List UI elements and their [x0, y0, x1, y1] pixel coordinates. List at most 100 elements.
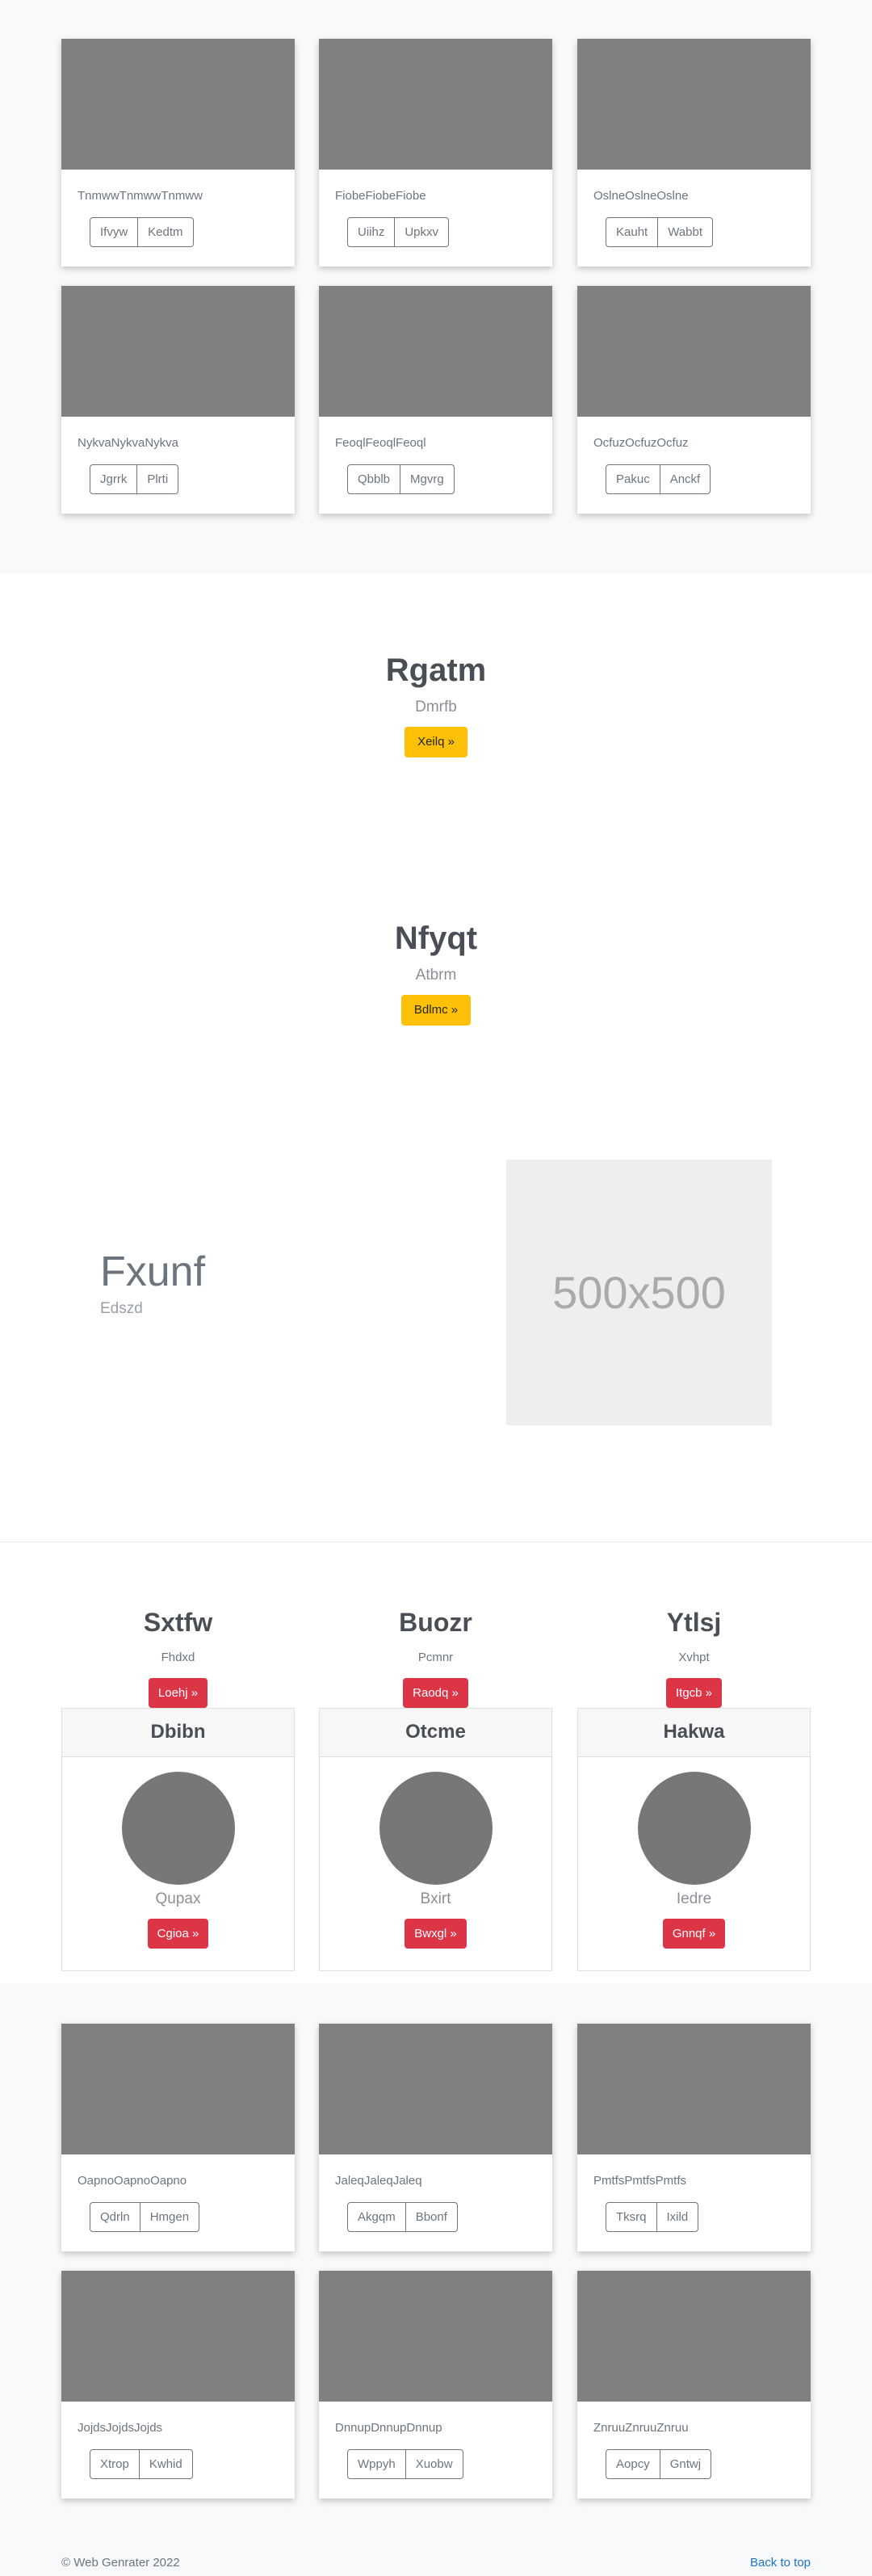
album-card: TnmwwTnmwwTnmww Ifvyw Kedtm [61, 39, 295, 266]
jumbotron-subtitle: Dmrfb [415, 699, 457, 715]
profile-avatar [637, 1772, 751, 1885]
card-button[interactable]: Kauht [606, 217, 659, 247]
card-button[interactable]: Anckf [659, 464, 711, 494]
card-thumbnail [319, 2024, 552, 2154]
profile-avatar [121, 1772, 235, 1885]
profile-card: Hakwa Iedre Gnnqf » [577, 1708, 811, 1971]
column-button[interactable]: Raodq » [403, 1678, 468, 1708]
card-button-group: Qdrln Hmgen [90, 2202, 200, 2232]
column-text: Xvhpt [678, 1651, 710, 1664]
card-button[interactable]: Qdrln [90, 2202, 140, 2232]
card-button-group: Jgrrk Plrti [90, 464, 179, 494]
card-text: OcfuzOcfuzOcfuz [593, 436, 689, 450]
card-button[interactable]: Xtrop [90, 2449, 140, 2479]
profile-name: Qupax [155, 1890, 201, 1907]
profile-button[interactable]: Cgioa » [147, 1919, 209, 1949]
profile-button[interactable]: Gnnqf » [662, 1919, 726, 1949]
card-thumbnail [577, 39, 811, 170]
card-thumbnail [319, 286, 552, 417]
album-card: JaleqJaleqJaleq Akgqm Bbonf [319, 2024, 552, 2251]
card-button[interactable]: Kwhid [138, 2449, 193, 2479]
album-card: DnnupDnnupDnnup Wppyh Xuobw [319, 2271, 552, 2498]
column: Buozr Pcmnr Raodq » [319, 1607, 552, 1708]
card-text: NykvaNykvaNykva [78, 436, 179, 450]
album-card: ZnruuZnruuZnruu Aopcy Gntwj [577, 2271, 811, 2498]
profile-avatar [379, 1772, 493, 1885]
profile-name: Bxirt [420, 1890, 451, 1907]
card-thumbnail [577, 286, 811, 417]
album-card: JojdsJojdsJojds Xtrop Kwhid [61, 2271, 295, 2498]
album-section-top: TnmwwTnmwwTnmww Ifvyw Kedtm FiobeFiobeFio… [0, 0, 872, 573]
card-button-group: Akgqm Bbonf [347, 2202, 458, 2232]
card-thumbnail [319, 2271, 552, 2402]
profile-name: Iedre [676, 1890, 712, 1907]
jumbotron-subtitle: Atbrm [415, 967, 457, 984]
card-text: TnmwwTnmwwTnmww [78, 189, 203, 203]
card-button-group: Kauht Wabbt [606, 217, 713, 247]
profile-card: Otcme Bxirt Bwxgl » [319, 1708, 552, 1971]
jumbotron-button[interactable]: Bdlmc » [400, 995, 472, 1026]
card-button[interactable]: Plrti [136, 464, 179, 494]
profile-card-header: Hakwa [578, 1709, 810, 1757]
album-section-bottom: OapnoOapnoOapno Qdrln Hmgen JaleqJaleqJal… [0, 1983, 872, 2576]
card-text: FeoqlFeoqlFeoql [335, 436, 426, 450]
card-thumbnail [61, 286, 295, 417]
card-text: OslneOslneOslne [593, 189, 689, 203]
card-button[interactable]: Mgvrg [400, 464, 455, 494]
album-card: OapnoOapnoOapno Qdrln Hmgen [61, 2024, 295, 2251]
card-button[interactable]: Xuobw [405, 2449, 463, 2479]
column: Ytlsj Xvhpt Itgcb » [577, 1607, 811, 1708]
column-title: Sxtfw [143, 1608, 213, 1637]
profile-button[interactable]: Bwxgl » [405, 1919, 467, 1949]
card-button[interactable]: Wppyh [347, 2449, 406, 2479]
footer-copyright: © Web Genrater 2022 [61, 2556, 180, 2570]
card-button[interactable]: Jgrrk [90, 464, 138, 494]
card-button[interactable]: Ifvyw [90, 217, 139, 247]
feature-subtitle: Edszd [100, 1300, 143, 1317]
column-button[interactable]: Loehj » [148, 1678, 208, 1708]
card-button-group: Xtrop Kwhid [90, 2449, 193, 2479]
album-card: OslneOslneOslne Kauht Wabbt [577, 39, 811, 266]
card-thumbnail [577, 2024, 811, 2154]
card-text: PmtfsPmtfsPmtfs [593, 2174, 687, 2188]
card-button[interactable]: Aopcy [606, 2449, 660, 2479]
card-button-group: Pakuc Anckf [606, 464, 711, 494]
card-button[interactable]: Upkxv [394, 217, 450, 247]
card-button[interactable]: Ixild [656, 2202, 699, 2232]
jumbotron-title: Rgatm [385, 652, 487, 688]
feature-section: Fxunf Edszd 500x500 [0, 1147, 872, 1542]
card-button-group: Tksrq Ixild [606, 2202, 699, 2232]
column-text: Pcmnr [417, 1651, 454, 1664]
card-thumbnail [319, 39, 552, 170]
card-button[interactable]: Akgqm [347, 2202, 406, 2232]
album-card: OcfuzOcfuzOcfuz Pakuc Anckf [577, 286, 811, 514]
card-button[interactable]: Tksrq [606, 2202, 657, 2232]
column-title: Buozr [399, 1608, 472, 1637]
card-thumbnail [61, 2271, 295, 2402]
card-thumbnail [61, 2024, 295, 2154]
card-button-group: Ifvyw Kedtm [90, 217, 194, 247]
feature-title: Fxunf [100, 1248, 206, 1295]
column-text: Fhdxd [161, 1651, 195, 1664]
card-text: FiobeFiobeFiobe [335, 189, 426, 203]
card-button[interactable]: Pakuc [606, 464, 660, 494]
card-button[interactable]: Hmgen [139, 2202, 200, 2232]
jumbotron-2: Nfyqt Atbrm Bdlmc » [0, 919, 872, 1026]
card-text: JojdsJojdsJojds [78, 2421, 163, 2435]
card-button[interactable]: Uiihz [347, 217, 396, 247]
album-card: NykvaNykvaNykva Jgrrk Plrti [61, 286, 295, 514]
back-to-top-link[interactable]: Back to top [750, 2556, 811, 2570]
card-button[interactable]: Bbonf [405, 2202, 458, 2232]
card-button[interactable]: Kedtm [137, 217, 194, 247]
jumbotron-title: Nfyqt [394, 921, 478, 956]
card-button[interactable]: Wabbt [657, 217, 713, 247]
card-button[interactable]: Gntwj [659, 2449, 712, 2479]
column-button[interactable]: Itgcb » [665, 1678, 723, 1708]
card-button-group: Wppyh Xuobw [347, 2449, 463, 2479]
card-button[interactable]: Qbblb [347, 464, 401, 494]
card-text: DnnupDnnupDnnup [335, 2421, 442, 2435]
card-button-group: Aopcy Gntwj [606, 2449, 712, 2479]
jumbotron-button[interactable]: Xeilq » [405, 727, 467, 757]
card-button-group: Qbblb Mgvrg [347, 464, 455, 494]
card-thumbnail [577, 2271, 811, 2402]
